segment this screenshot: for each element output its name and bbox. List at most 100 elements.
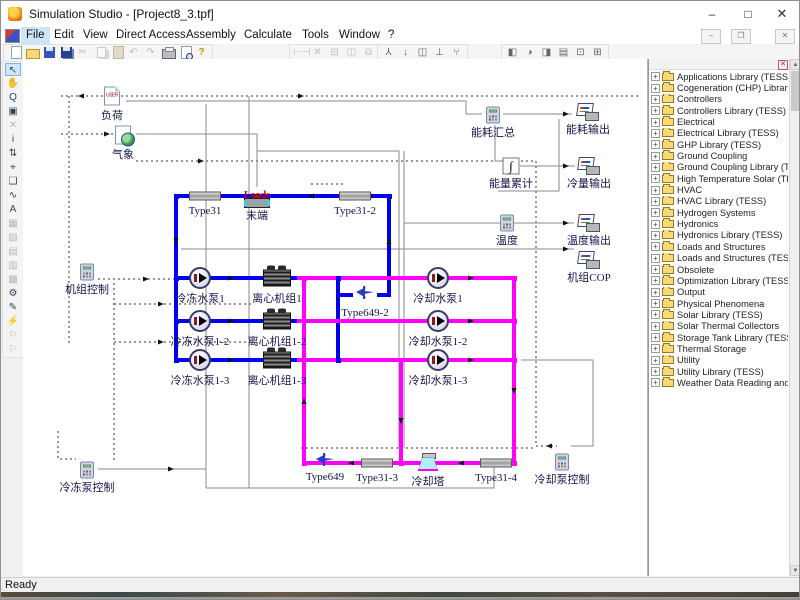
tile-vertical-icon[interactable]: ◫ bbox=[344, 46, 359, 59]
cascade-icon[interactable]: ⧉ bbox=[361, 46, 376, 59]
expand-icon[interactable]: + bbox=[651, 129, 660, 138]
menu-assembly[interactable]: Assembly bbox=[181, 27, 241, 44]
save-all-icon[interactable] bbox=[58, 46, 73, 59]
expand-icon[interactable]: + bbox=[651, 84, 660, 93]
expand-icon[interactable]: + bbox=[651, 242, 660, 251]
download-icon[interactable]: ↓ bbox=[398, 46, 413, 59]
text-icon[interactable]: A bbox=[5, 203, 21, 216]
mdi-restore-button[interactable]: ❐ bbox=[731, 29, 751, 44]
zoom-icon[interactable]: Q bbox=[5, 91, 21, 104]
scroll-up-icon[interactable]: ▲ bbox=[790, 59, 800, 70]
link-icon[interactable]: ⇅ bbox=[5, 147, 21, 160]
minimize-button[interactable]: – bbox=[695, 1, 729, 27]
menu-window[interactable]: Window bbox=[334, 27, 385, 44]
expand-icon[interactable]: + bbox=[651, 72, 660, 81]
columns-icon[interactable]: ◫ bbox=[415, 46, 430, 59]
tree-item[interactable]: +Hydronics Library (TESS) bbox=[651, 230, 788, 241]
tree-item[interactable]: +Controllers bbox=[651, 94, 788, 105]
copy-icon[interactable]: ❏ bbox=[5, 175, 21, 188]
menu-file[interactable]: File bbox=[21, 27, 50, 44]
paste-icon[interactable] bbox=[109, 46, 124, 59]
settings-gear-icon[interactable]: ⚙ bbox=[5, 287, 21, 300]
tree-item[interactable]: +Obsolete bbox=[651, 264, 788, 275]
menu-calculate[interactable]: Calculate bbox=[239, 27, 297, 44]
fit-width-icon[interactable]: ⊢⊣ bbox=[293, 46, 308, 59]
new-icon[interactable] bbox=[7, 46, 22, 59]
expand-icon[interactable]: + bbox=[651, 152, 660, 161]
menu-view[interactable]: View bbox=[78, 27, 113, 44]
print-icon[interactable] bbox=[160, 46, 175, 59]
tree-item[interactable]: +Thermal Storage bbox=[651, 343, 788, 354]
maximize-button[interactable]: □ bbox=[731, 1, 765, 27]
expand-icon[interactable]: + bbox=[651, 118, 660, 127]
tree-icon[interactable]: ⅄ bbox=[381, 46, 396, 59]
flag-2-icon[interactable]: ⚐ bbox=[5, 343, 21, 356]
layer-2-icon[interactable]: ▨ bbox=[5, 231, 21, 244]
help-icon[interactable]: ? bbox=[194, 46, 209, 59]
expand-icon[interactable]: + bbox=[651, 299, 660, 308]
undo-icon[interactable]: ↶ bbox=[126, 46, 141, 59]
layer-3-icon[interactable]: ▤ bbox=[5, 245, 21, 258]
tree-item[interactable]: +Utility bbox=[651, 355, 788, 366]
menu-help[interactable]: ? bbox=[383, 27, 399, 44]
expand-icon[interactable]: + bbox=[651, 288, 660, 297]
tree-item[interactable]: +Ground Coupling Library (TESS) bbox=[651, 162, 788, 173]
tree-item[interactable]: +HVAC Library (TESS) bbox=[651, 196, 788, 207]
expand-icon[interactable]: + bbox=[651, 106, 660, 115]
expand-icon[interactable]: + bbox=[651, 322, 660, 331]
tree-item[interactable]: +Loads and Structures bbox=[651, 241, 788, 252]
redo-icon[interactable]: ↷ bbox=[143, 46, 158, 59]
title-bar[interactable]: Simulation Studio - [Project8_3.tpf] – □… bbox=[1, 1, 800, 28]
layer-5-icon[interactable]: ▩ bbox=[5, 273, 21, 286]
branch-icon[interactable]: ⑂ bbox=[449, 46, 464, 59]
tree-item[interactable]: +Weather Data Reading and Process bbox=[651, 377, 788, 388]
contrast-icon[interactable]: ◑ bbox=[522, 46, 537, 59]
mdi-minimize-button[interactable]: – bbox=[701, 29, 721, 44]
mdi-close-button[interactable]: ✕ bbox=[775, 29, 795, 44]
layer-1-icon[interactable]: ▦ bbox=[5, 217, 21, 230]
expand-icon[interactable]: + bbox=[651, 276, 660, 285]
wrench-icon[interactable]: ⌖ bbox=[5, 161, 21, 174]
tree-item[interactable]: +Applications Library (TESS) bbox=[651, 71, 788, 82]
tree-item[interactable]: +Solar Library (TESS) bbox=[651, 309, 788, 320]
layer-4-icon[interactable]: ▥ bbox=[5, 259, 21, 272]
expand-icon[interactable]: + bbox=[651, 95, 660, 104]
tree-item[interactable]: +Controllers Library (TESS) bbox=[651, 105, 788, 116]
tree-item[interactable]: +Solar Thermal Collectors bbox=[651, 321, 788, 332]
palette-close-icon[interactable]: ✕ bbox=[778, 60, 788, 70]
pen-icon[interactable]: ✎ bbox=[5, 301, 21, 314]
pan-hand-icon[interactable]: ✋ bbox=[5, 77, 21, 90]
tile-horizontal-icon[interactable]: ⊟ bbox=[327, 46, 342, 59]
menu-direct-access[interactable]: Direct Access bbox=[111, 27, 191, 44]
tree-item[interactable]: +Loads and Structures (TESS) bbox=[651, 253, 788, 264]
project-canvas[interactable]: USER负荷 气象 Type31 末端Loads Type31-2 机组控制 冷… bbox=[23, 59, 648, 576]
scroll-down-icon[interactable]: ▼ bbox=[790, 565, 800, 576]
expand-icon[interactable]: + bbox=[651, 163, 660, 172]
run-icon[interactable]: ⚡ bbox=[5, 315, 21, 328]
snapshot-icon[interactable]: ▣ bbox=[5, 105, 21, 118]
half-left-icon[interactable]: ◧ bbox=[505, 46, 520, 59]
expand-icon[interactable]: + bbox=[651, 265, 660, 274]
box-icon[interactable]: ⊡ bbox=[573, 46, 588, 59]
expand-icon[interactable]: + bbox=[651, 186, 660, 195]
expand-icon[interactable]: + bbox=[651, 344, 660, 353]
tree-item[interactable]: +Cogeneration (CHP) Library (TESS) bbox=[651, 82, 788, 93]
half-right-icon[interactable]: ◨ bbox=[539, 46, 554, 59]
menu-tools[interactable]: Tools bbox=[297, 27, 334, 44]
tree-item[interactable]: +Output bbox=[651, 287, 788, 298]
expand-icon[interactable]: + bbox=[651, 231, 660, 240]
expand-icon[interactable]: + bbox=[651, 378, 660, 387]
cut-icon[interactable]: ✂ bbox=[75, 46, 90, 59]
rows-icon[interactable]: ▤ bbox=[556, 46, 571, 59]
tree-item[interactable]: +Optimization Library (TESS) bbox=[651, 275, 788, 286]
expand-icon[interactable]: + bbox=[651, 310, 660, 319]
tree-item[interactable]: +Ground Coupling bbox=[651, 150, 788, 161]
tree-item[interactable]: +Hydronics bbox=[651, 218, 788, 229]
tree-item[interactable]: +HVAC bbox=[651, 184, 788, 195]
save-icon[interactable] bbox=[41, 46, 56, 59]
expand-icon[interactable]: + bbox=[651, 333, 660, 342]
tree-item[interactable]: +High Temperature Solar (TESS) bbox=[651, 173, 788, 184]
tree-item[interactable]: +GHP Library (TESS) bbox=[651, 139, 788, 150]
tree-item[interactable]: +Utility Library (TESS) bbox=[651, 366, 788, 377]
expand-icon[interactable]: + bbox=[651, 220, 660, 229]
